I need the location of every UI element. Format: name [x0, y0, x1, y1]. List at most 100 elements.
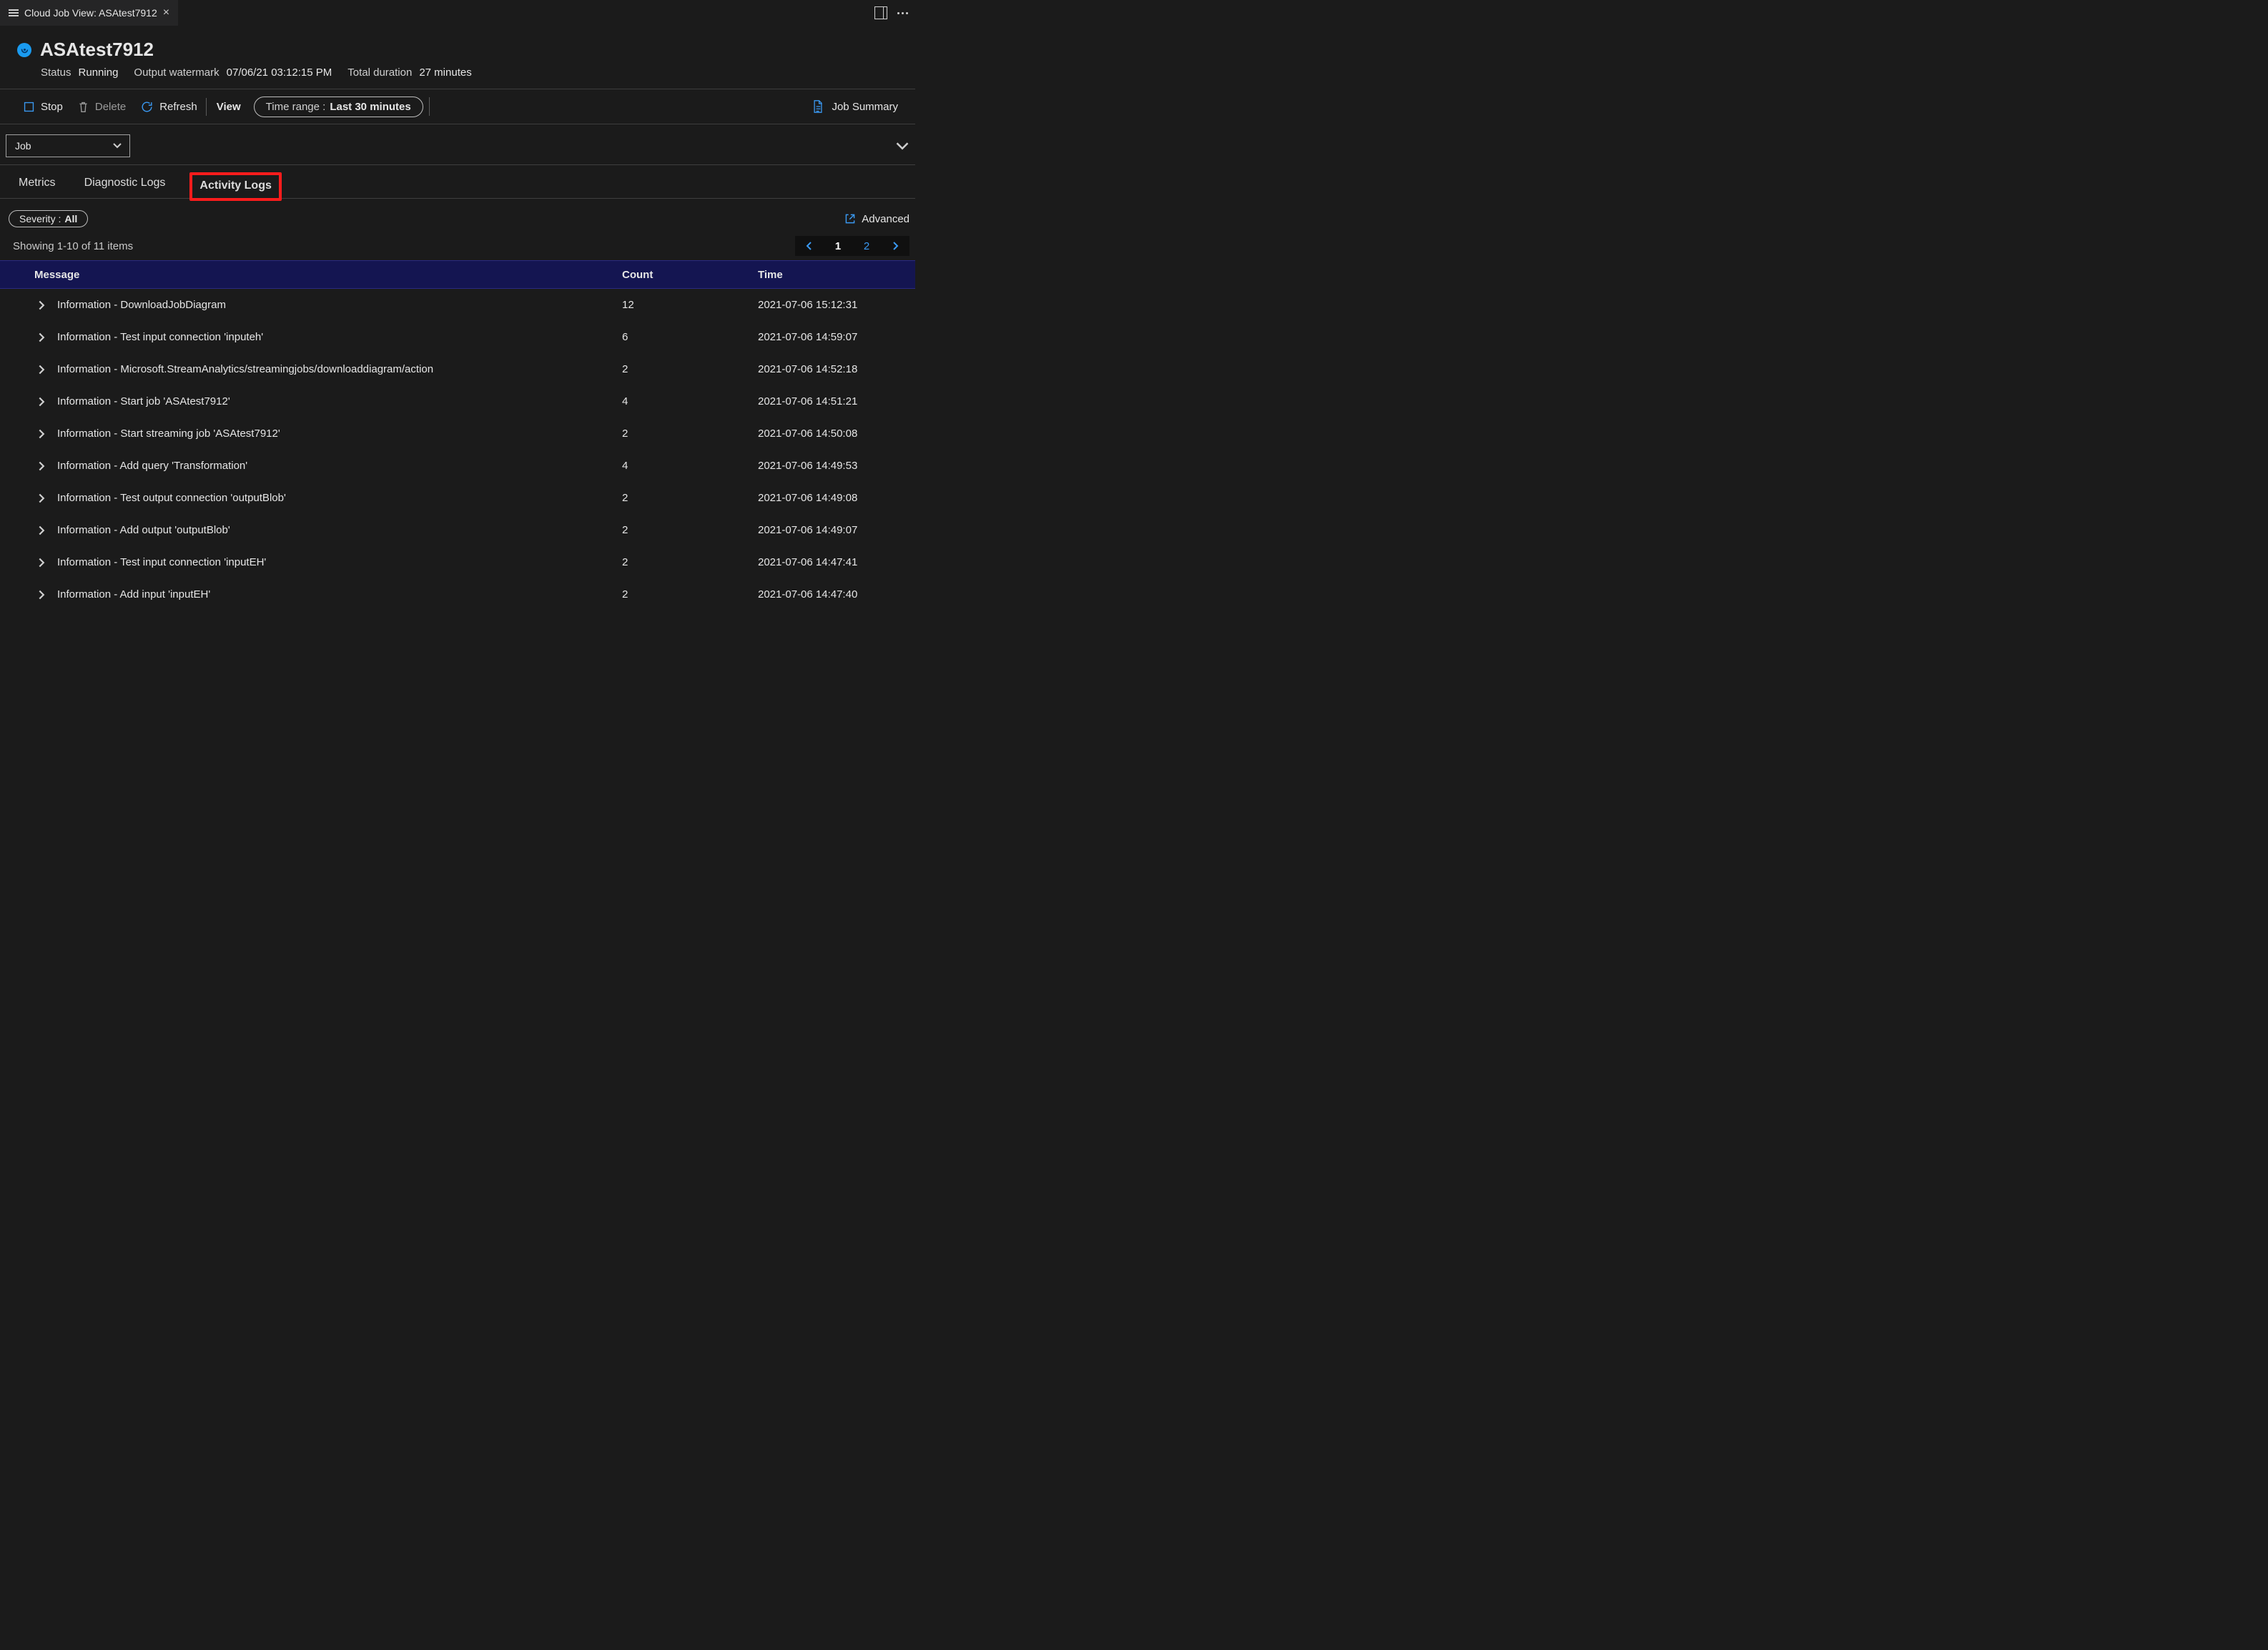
delete-label: Delete — [95, 101, 126, 113]
close-icon[interactable]: × — [163, 7, 169, 19]
row-time: 2021-07-06 14:49:53 — [758, 460, 915, 472]
row-count: 4 — [622, 395, 758, 407]
row-count: 2 — [622, 428, 758, 440]
row-message: Information - Start job 'ASAtest7912' — [57, 395, 230, 407]
row-message: Information - Add query 'Transformation' — [57, 460, 247, 472]
advanced-label: Advanced — [862, 213, 909, 225]
row-message: Information - DownloadJobDiagram — [57, 299, 226, 311]
severity-pill[interactable]: Severity : All — [9, 210, 88, 227]
expand-chevron-icon[interactable] — [34, 493, 47, 504]
time-range-label: Time range : — [266, 101, 326, 113]
row-message: Information - Add output 'outputBlob' — [57, 524, 230, 536]
table-row[interactable]: Information - Add input 'inputEH'22021-0… — [0, 578, 915, 611]
time-range-value: Last 30 minutes — [330, 101, 410, 113]
expand-chevron-icon[interactable] — [34, 589, 47, 601]
expand-chevron-icon[interactable] — [34, 364, 47, 375]
job-title: ASAtest7912 — [40, 39, 154, 61]
row-count: 4 — [622, 460, 758, 472]
refresh-button[interactable]: Refresh — [134, 97, 203, 117]
table-row[interactable]: Information - DownloadJobDiagram122021-0… — [0, 289, 915, 321]
job-summary-button[interactable]: Job Summary — [812, 99, 898, 114]
row-message: Information - Test input connection 'inp… — [57, 556, 266, 568]
toolbar: Stop Delete Refresh View Time range : La… — [0, 89, 915, 124]
table-row[interactable]: Information - Microsoft.StreamAnalytics/… — [0, 353, 915, 385]
activity-log-table: Message Count Time Information - Downloa… — [0, 260, 915, 611]
chevron-right-icon — [892, 241, 899, 251]
severity-value: All — [64, 213, 77, 224]
chevron-down-icon — [112, 142, 122, 149]
expand-chevron-icon[interactable] — [34, 557, 47, 568]
tab-diagnostic-logs[interactable]: Diagnostic Logs — [80, 169, 170, 198]
table-header: Message Count Time — [0, 260, 915, 289]
expand-chevron-icon[interactable] — [34, 396, 47, 407]
expand-chevron-icon[interactable] — [34, 332, 47, 343]
filter-bar: Severity : All Advanced — [0, 199, 915, 234]
stop-button[interactable]: Stop — [17, 98, 69, 116]
row-time: 2021-07-06 14:52:18 — [758, 363, 915, 375]
row-time: 2021-07-06 14:51:21 — [758, 395, 915, 407]
refresh-label: Refresh — [159, 101, 197, 113]
editor-tabbar: Cloud Job View: ASAtest7912 × — [0, 0, 915, 26]
table-row[interactable]: Information - Test output connection 'ou… — [0, 482, 915, 514]
table-row[interactable]: Information - Add output 'outputBlob'220… — [0, 514, 915, 546]
row-time: 2021-07-06 15:12:31 — [758, 299, 915, 311]
scope-value: Job — [15, 140, 31, 152]
row-count: 2 — [622, 492, 758, 504]
pager-row: Showing 1-10 of 11 items 1 2 — [0, 234, 915, 260]
more-icon[interactable] — [897, 12, 908, 14]
header-count[interactable]: Count — [622, 269, 758, 281]
expand-chevron-icon[interactable] — [34, 460, 47, 472]
watermark-label: Output watermark — [134, 66, 219, 79]
expand-chevron-icon[interactable] — [34, 300, 47, 311]
split-panel-icon[interactable] — [874, 6, 887, 19]
severity-label: Severity : — [19, 213, 61, 224]
view-label: View — [206, 98, 251, 116]
pager-next[interactable] — [881, 236, 909, 256]
subtabs: Metrics Diagnostic Logs Activity Logs — [0, 165, 915, 199]
job-summary-label: Job Summary — [832, 101, 898, 113]
tab-metrics[interactable]: Metrics — [14, 169, 60, 198]
showing-text: Showing 1-10 of 11 items — [13, 240, 133, 252]
row-message: Information - Test output connection 'ou… — [57, 492, 286, 504]
pager-prev[interactable] — [795, 236, 824, 256]
row-count: 2 — [622, 524, 758, 536]
pager-page-2[interactable]: 2 — [852, 236, 881, 256]
row-count: 2 — [622, 556, 758, 568]
table-row[interactable]: Information - Test input connection 'inp… — [0, 546, 915, 578]
expand-chevron-icon[interactable] — [34, 428, 47, 440]
time-range-pill[interactable]: Time range : Last 30 minutes — [254, 97, 423, 117]
status-label: Status — [41, 66, 72, 79]
table-row[interactable]: Information - Start job 'ASAtest7912' 420… — [0, 385, 915, 418]
collapse-chevron-icon[interactable] — [895, 141, 909, 151]
tab-activity-logs[interactable]: Activity Logs — [189, 172, 281, 201]
table-row[interactable]: Information - Start streaming job 'ASAte… — [0, 418, 915, 450]
row-message: Information - Microsoft.StreamAnalytics/… — [57, 363, 433, 375]
delete-button[interactable]: Delete — [72, 97, 132, 117]
chevron-left-icon — [806, 241, 813, 251]
expand-chevron-icon[interactable] — [34, 525, 47, 536]
row-time: 2021-07-06 14:50:08 — [758, 428, 915, 440]
header-message[interactable]: Message — [0, 269, 622, 281]
row-message: Information - Start streaming job 'ASAte… — [57, 428, 280, 440]
row-count: 6 — [622, 331, 758, 343]
table-row[interactable]: Information - Add query 'Transformation'… — [0, 450, 915, 482]
list-icon — [9, 9, 19, 16]
header-time[interactable]: Time — [758, 269, 915, 281]
stop-icon — [23, 101, 35, 113]
trash-icon — [77, 100, 89, 114]
job-icon — [17, 43, 31, 57]
row-time: 2021-07-06 14:47:41 — [758, 556, 915, 568]
pager: 1 2 — [795, 236, 909, 256]
row-count: 2 — [622, 363, 758, 375]
refresh-icon — [140, 100, 154, 114]
scope-dropdown[interactable]: Job — [6, 134, 130, 157]
editor-tab[interactable]: Cloud Job View: ASAtest7912 × — [0, 0, 178, 26]
pager-page-1[interactable]: 1 — [824, 236, 852, 256]
tab-title: Cloud Job View: ASAtest7912 — [24, 7, 157, 19]
advanced-button[interactable]: Advanced — [844, 213, 909, 225]
table-row[interactable]: Information - Test input connection 'inp… — [0, 321, 915, 353]
watermark-value: 07/06/21 03:12:15 PM — [227, 66, 332, 79]
row-time: 2021-07-06 14:49:08 — [758, 492, 915, 504]
separator — [429, 97, 430, 116]
row-message: Information - Test input connection 'inp… — [57, 331, 263, 343]
